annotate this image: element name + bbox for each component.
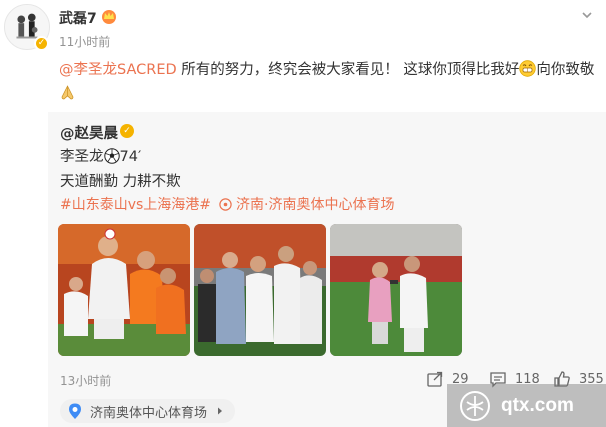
watermark-text: qtx.com: [501, 394, 574, 416]
post-text-part1: 所有的努力，终究会被大家看见！ 这球你顶得比我好: [176, 62, 520, 78]
repost-time[interactable]: 13小时前: [60, 372, 111, 389]
location-pill[interactable]: 济南奥体中心体育场: [60, 399, 236, 423]
location-icon: [219, 198, 232, 211]
photo-interview: [330, 224, 462, 356]
post-text: @李圣龙SACRED 所有的努力，终究会被大家看见！ 这球你顶得比我好 向你致敬: [59, 58, 599, 106]
post-text-part2: 向你致敬: [536, 62, 595, 78]
player-name: 李圣龙: [60, 149, 104, 165]
share-icon: [427, 371, 443, 387]
pray-emoji: [61, 85, 74, 100]
soccer-ball-icon: [103, 148, 120, 164]
photo-celebration: [58, 224, 190, 356]
post-header: ✓ 武磊7 11小时前: [0, 0, 606, 56]
photo-2[interactable]: [194, 224, 326, 356]
pin-icon: [69, 403, 81, 419]
photo-3[interactable]: [330, 224, 462, 356]
repost-author[interactable]: @赵昊晨: [60, 122, 118, 143]
watermark: qtx.com: [447, 384, 606, 427]
crown-icon[interactable]: [100, 8, 118, 24]
post-time[interactable]: 11小时前: [59, 33, 110, 50]
mention-link[interactable]: @李圣龙SACRED: [59, 62, 177, 78]
repost-line1: 李圣龙 74′: [60, 145, 141, 166]
repost-card[interactable]: @赵昊晨 ✓ 李圣龙 74′ 天道酬勤 力耕不欺 #山东泰山vs上海海港# 济南…: [48, 112, 606, 427]
chevron-down-icon[interactable]: [580, 8, 594, 22]
goal-minute: 74′: [119, 149, 142, 165]
repost-tags: #山东泰山vs上海海港# 济南·济南奥体中心体育场: [60, 194, 395, 214]
hashtag-link[interactable]: #山东泰山vs上海海港#: [60, 197, 211, 213]
photo-sideline: [194, 224, 326, 356]
watermark-logo-icon: [460, 390, 490, 421]
repost-line2: 天道酬勤 力耕不欺: [60, 174, 181, 190]
verified-icon: ✓: [120, 124, 134, 138]
username[interactable]: 武磊7: [59, 8, 97, 28]
verified-icon: ✓: [34, 36, 49, 51]
location-tag-link[interactable]: 济南·济南奥体中心体育场: [236, 197, 394, 213]
location-pill-label: 济南奥体中心体育场: [90, 405, 208, 421]
photo-1[interactable]: [58, 224, 190, 356]
chevron-right-icon: [218, 407, 223, 415]
grin-emoji: [519, 60, 537, 77]
